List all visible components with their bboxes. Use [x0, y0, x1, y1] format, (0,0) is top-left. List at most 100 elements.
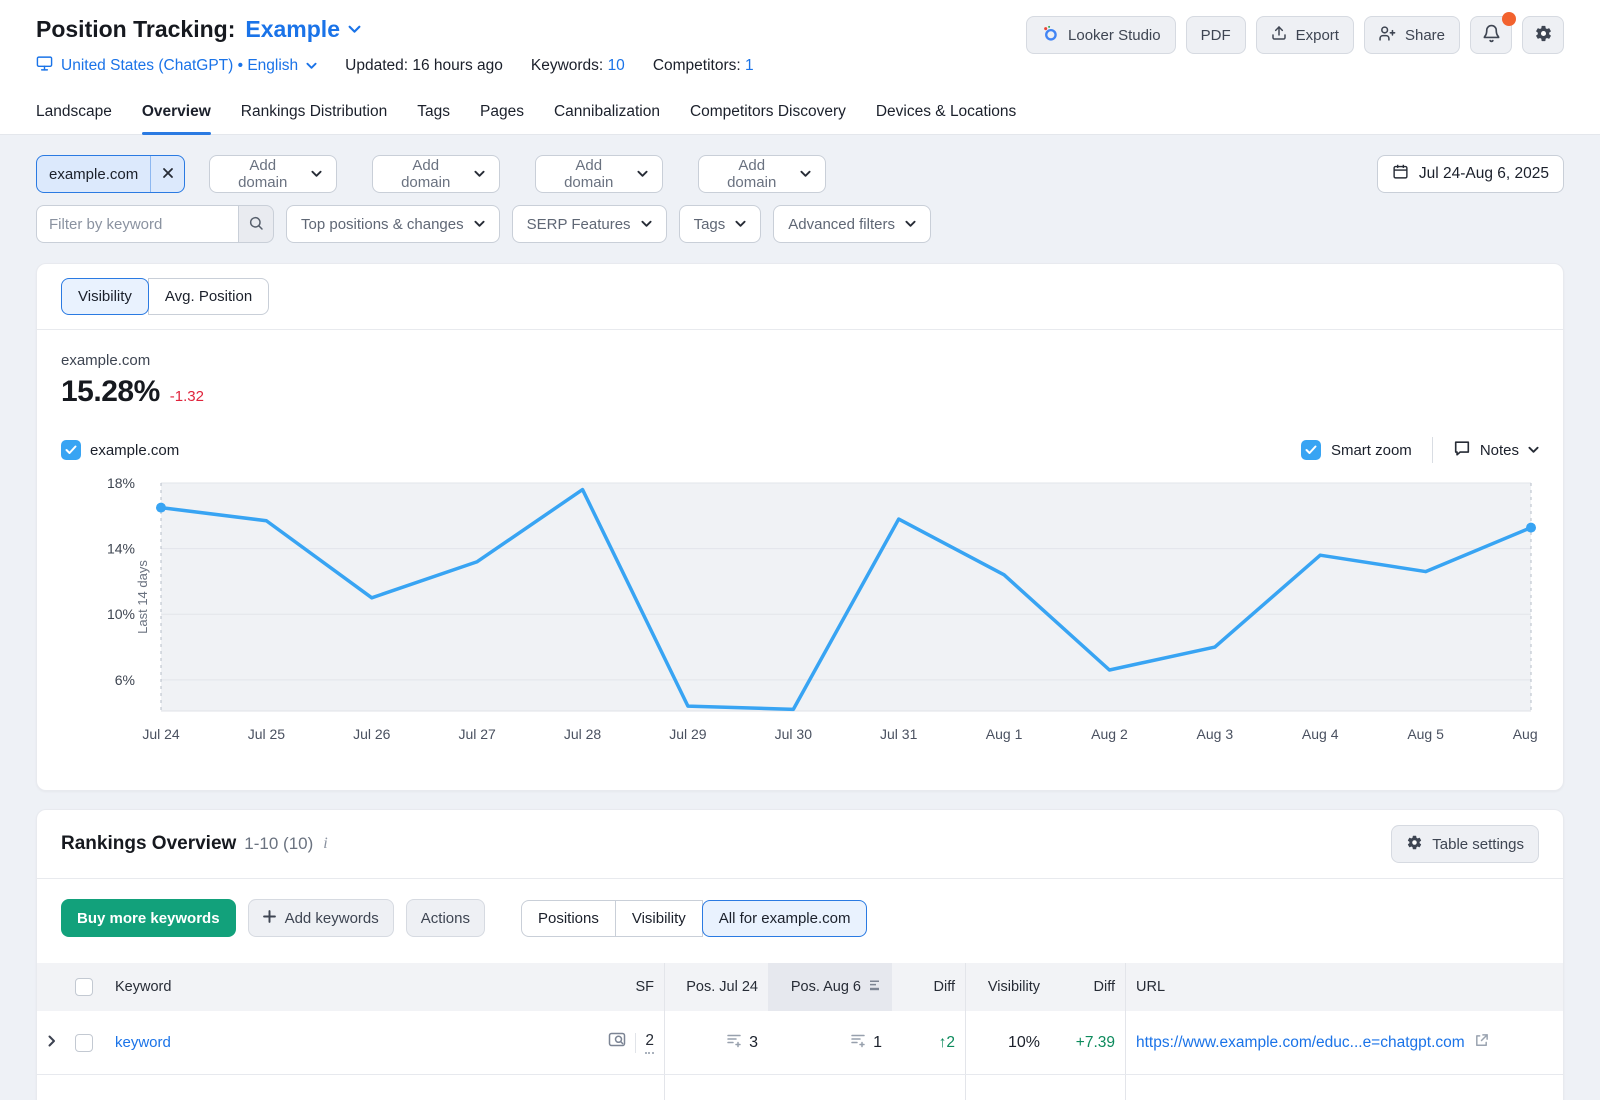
actions-button[interactable]: Actions	[406, 899, 485, 937]
column-pos-jul24[interactable]: Pos. Jul 24	[664, 963, 768, 1011]
visibility-trend-chart[interactable]: 18%14%10%6%Last 14 daysJul 24Jul 25Jul 2…	[61, 477, 1541, 769]
rankings-range: 1-10 (10)	[244, 834, 313, 854]
table-view-segments: PositionsVisibilityAll for example.com	[521, 900, 868, 937]
pdf-button[interactable]: PDF	[1186, 16, 1246, 54]
chevron-down-icon	[311, 170, 322, 178]
url-cell: https://www.example.com/educ...e=chatgpt…	[1125, 1011, 1563, 1074]
location-language-selector[interactable]: United States (ChatGPT) • English	[36, 55, 317, 77]
location-language-label: United States (ChatGPT) • English	[61, 57, 298, 75]
remove-domain-button[interactable]	[150, 156, 184, 192]
add-domain-dropdown[interactable]: Add domain	[209, 155, 337, 193]
export-icon	[1271, 25, 1287, 45]
gear-icon	[1406, 834, 1423, 855]
row-checkbox[interactable]	[75, 1034, 93, 1052]
sf-count[interactable]: 2	[645, 1032, 654, 1054]
column-sf[interactable]: SF	[584, 963, 664, 1011]
sort-icon	[868, 978, 882, 996]
tab-pages[interactable]: Pages	[480, 93, 524, 134]
svg-text:Jul 27: Jul 27	[458, 726, 496, 742]
tab-devices-locations[interactable]: Devices & Locations	[876, 93, 1016, 134]
positions-icon[interactable]	[726, 1032, 742, 1053]
column-diff2[interactable]: Diff	[1050, 963, 1125, 1011]
rankings-table-header: Keyword SF Pos. Jul 24 Pos. Aug 6 Diff V…	[37, 963, 1563, 1011]
keywords-count-link[interactable]: 10	[608, 57, 625, 74]
check-icon	[1305, 445, 1317, 455]
chevron-down-icon	[641, 220, 652, 228]
positions-icon[interactable]	[850, 1032, 866, 1053]
segment-all-for-example-com[interactable]: All for example.com	[702, 900, 868, 937]
domain-legend-checkbox[interactable]	[61, 440, 81, 460]
chevron-down-icon	[1528, 446, 1539, 454]
serp-features-icon[interactable]	[608, 1031, 626, 1054]
tab-rankings-distribution[interactable]: Rankings Distribution	[241, 93, 387, 134]
looker-studio-button[interactable]: Looker Studio	[1026, 16, 1176, 54]
pos-aug6-cell: 1	[768, 1011, 892, 1074]
metric-domain: example.com	[61, 352, 1539, 369]
svg-text:Aug 1: Aug 1	[986, 726, 1023, 742]
svg-text:Jul 25: Jul 25	[248, 726, 286, 742]
visibility-cell: 10%	[965, 1011, 1050, 1074]
pos-jul24-cell: 3	[664, 1011, 768, 1074]
advanced-filters-dropdown[interactable]: Advanced filters	[773, 205, 931, 243]
column-url[interactable]: URL	[1125, 963, 1563, 1011]
buy-more-keywords-button[interactable]: Buy more keywords	[61, 899, 236, 937]
competitors-count: Competitors: 1	[653, 57, 754, 75]
top-header: Position Tracking: Example United States…	[0, 0, 1600, 77]
export-button[interactable]: Export	[1256, 16, 1354, 54]
notes-icon	[1453, 439, 1471, 461]
serp-features-dropdown[interactable]: SERP Features	[512, 205, 667, 243]
tab-cannibalization[interactable]: Cannibalization	[554, 93, 660, 134]
segment-positions[interactable]: Positions	[521, 900, 616, 937]
table-settings-button[interactable]: Table settings	[1391, 825, 1539, 863]
keyword-search-button[interactable]	[238, 205, 274, 243]
table-empty-space	[37, 1075, 1563, 1100]
main-tabs: Landscape Overview Rankings Distribution Ta…	[0, 93, 1600, 135]
keyword-filter-input[interactable]	[36, 205, 238, 243]
tags-dropdown[interactable]: Tags	[679, 205, 762, 243]
external-link-icon[interactable]	[1474, 1033, 1489, 1053]
tab-competitors-discovery[interactable]: Competitors Discovery	[690, 93, 846, 134]
keyword-link[interactable]: keyword	[115, 1034, 171, 1051]
svg-text:Jul 31: Jul 31	[880, 726, 918, 742]
expand-row-chevron[interactable]	[47, 1034, 57, 1052]
date-range-picker[interactable]: Jul 24-Aug 6, 2025	[1377, 155, 1564, 193]
tab-overview[interactable]: Overview	[142, 93, 211, 134]
keyword-filter	[36, 205, 274, 243]
notes-dropdown[interactable]: Notes	[1453, 439, 1539, 461]
top-positions-dropdown[interactable]: Top positions & changes	[286, 205, 500, 243]
tab-tags[interactable]: Tags	[417, 93, 450, 134]
select-all-checkbox[interactable]	[75, 978, 93, 996]
smart-zoom-checkbox[interactable]	[1301, 440, 1321, 460]
project-selector[interactable]: Example	[245, 16, 361, 43]
visibility-chart-card: Visibility Avg. Position example.com 15.…	[36, 263, 1564, 791]
url-link[interactable]: https://www.example.com/educ...e=chatgpt…	[1136, 1034, 1465, 1052]
share-icon	[1379, 25, 1396, 46]
column-pos-aug6[interactable]: Pos. Aug 6	[768, 963, 892, 1011]
share-button[interactable]: Share	[1364, 16, 1460, 54]
settings-button[interactable]	[1522, 16, 1564, 54]
add-domain-dropdown[interactable]: Add domain	[698, 155, 826, 193]
looker-studio-icon	[1041, 24, 1059, 46]
keyword-filter-row: Top positions & changes SERP Features Ta…	[36, 205, 1564, 243]
tab-landscape[interactable]: Landscape	[36, 93, 112, 134]
add-domain-dropdown[interactable]: Add domain	[535, 155, 663, 193]
svg-text:Jul 29: Jul 29	[669, 726, 707, 742]
column-diff1[interactable]: Diff	[892, 963, 965, 1011]
check-icon	[65, 445, 77, 455]
monitor-icon	[36, 55, 53, 77]
add-keywords-button[interactable]: Add keywords	[248, 899, 394, 937]
segment-visibility[interactable]: Visibility	[615, 900, 703, 937]
toggle-visibility[interactable]: Visibility	[61, 278, 149, 315]
info-icon[interactable]: i	[323, 835, 327, 853]
svg-text:Aug 4: Aug 4	[1302, 726, 1339, 742]
competitors-count-link[interactable]: 1	[745, 57, 754, 74]
domain-chip-label: example.com	[37, 156, 150, 192]
calendar-icon	[1392, 163, 1409, 185]
add-domain-dropdown[interactable]: Add domain	[372, 155, 500, 193]
column-visibility[interactable]: Visibility	[965, 963, 1050, 1011]
svg-text:Aug 5: Aug 5	[1407, 726, 1444, 742]
notifications-button[interactable]	[1470, 16, 1512, 54]
notification-dot	[1502, 12, 1516, 26]
toggle-avg-position[interactable]: Avg. Position	[148, 278, 269, 315]
column-keyword[interactable]: Keyword	[105, 963, 584, 1011]
